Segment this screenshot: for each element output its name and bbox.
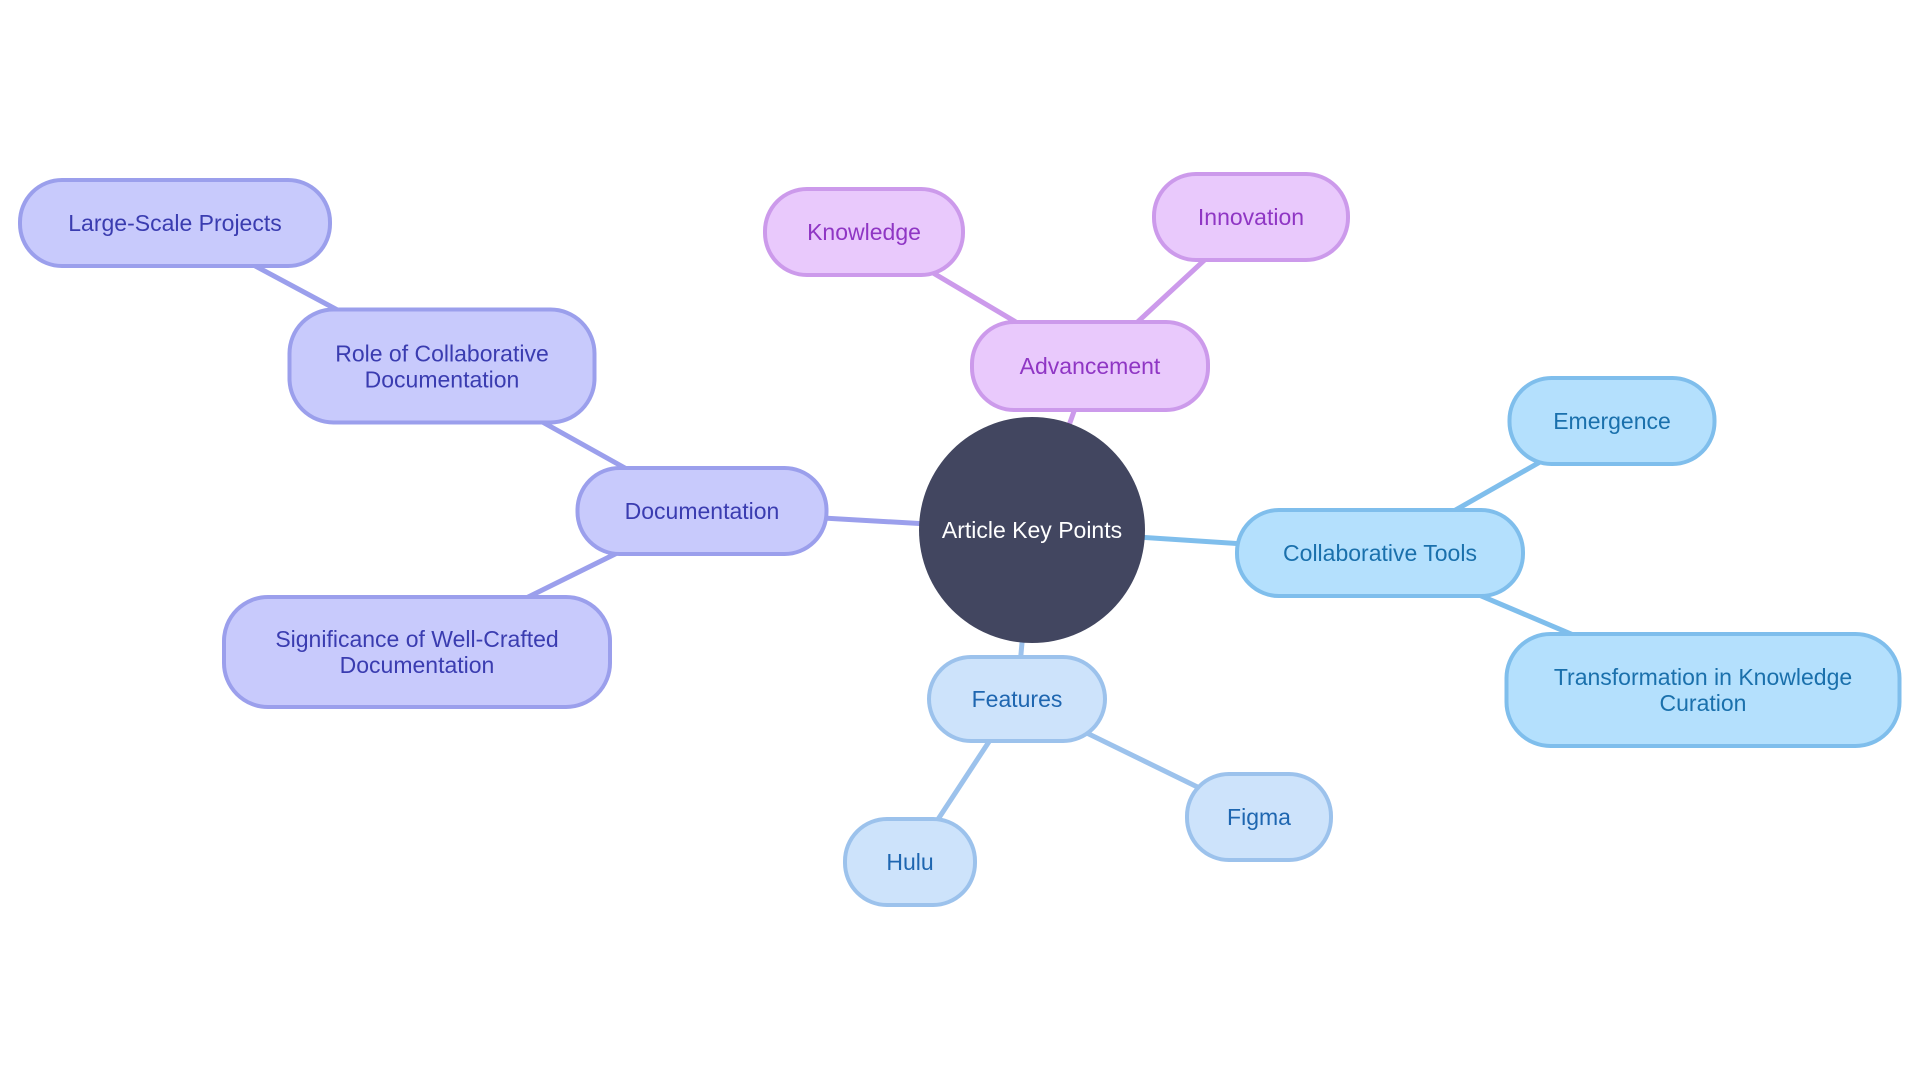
node-label: Collaborative Tools <box>1283 540 1477 566</box>
node-label: Significance of Well-Crafted Documentati… <box>275 626 559 678</box>
node-collaborative-tools[interactable]: Collaborative Tools <box>1235 508 1525 598</box>
node-large-scale-projects[interactable]: Large-Scale Projects <box>18 178 332 268</box>
root-node-label: Article Key Points <box>941 516 1123 543</box>
node-innovation[interactable]: Innovation <box>1152 172 1350 262</box>
node-label: Knowledge <box>807 219 921 245</box>
node-label: Role of Collaborative Documentation <box>335 340 549 392</box>
node-significance-of-well-crafted-documentation[interactable]: Significance of Well-Crafted Documentati… <box>222 595 612 709</box>
node-label: Transformation in Knowledge Curation <box>1553 664 1853 716</box>
node-label: Documentation <box>624 498 780 524</box>
node-label: Innovation <box>1197 204 1305 230</box>
node-figma[interactable]: Figma <box>1185 772 1333 862</box>
node-advancement[interactable]: Advancement <box>970 320 1210 412</box>
node-documentation[interactable]: Documentation <box>575 466 829 556</box>
node-label: Figma <box>1227 804 1291 830</box>
node-knowledge[interactable]: Knowledge <box>763 187 965 277</box>
node-label: Hulu <box>886 849 934 875</box>
node-label: Features <box>971 686 1063 712</box>
node-emergence[interactable]: Emergence <box>1507 376 1717 466</box>
root-node-article-key-points[interactable]: Article Key Points <box>919 417 1145 643</box>
node-role-of-collaborative-documentation[interactable]: Role of Collaborative Documentation <box>287 307 597 425</box>
node-hulu[interactable]: Hulu <box>843 817 977 907</box>
node-label: Large-Scale Projects <box>68 210 282 236</box>
node-label: Emergence <box>1553 408 1671 434</box>
node-features[interactable]: Features <box>927 655 1107 743</box>
node-transformation-in-knowledge-curation[interactable]: Transformation in Knowledge Curation <box>1504 632 1902 748</box>
node-label: Advancement <box>1019 353 1161 379</box>
